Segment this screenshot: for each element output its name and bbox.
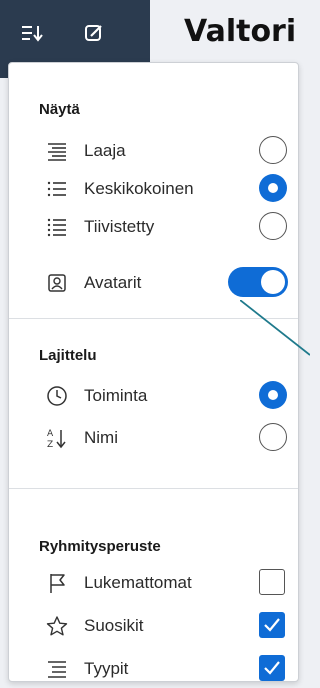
sort-option-label: Toiminta <box>84 386 148 405</box>
list-types-icon <box>44 656 70 681</box>
group-option-label: Suosikit <box>84 616 144 635</box>
radio-keskikokoinen[interactable] <box>259 174 287 202</box>
checkbox-lukemattomat[interactable] <box>259 569 285 595</box>
flag-icon <box>44 570 70 596</box>
compose-button[interactable] <box>76 15 112 51</box>
sort-option-label: Nimi <box>84 428 118 447</box>
avatar-icon <box>44 270 70 296</box>
svg-text:Z: Z <box>47 440 53 449</box>
sort-option-toiminta[interactable]: Toiminta <box>9 377 298 415</box>
list-compact-icon <box>44 214 70 240</box>
checkmark-icon <box>264 661 280 675</box>
section-title-show: Näytä <box>39 101 80 118</box>
view-option-label: Keskikokoinen <box>84 179 194 198</box>
radio-tiivistetty[interactable] <box>259 212 287 240</box>
view-option-laaja[interactable]: Laaja <box>9 132 298 170</box>
radio-laaja[interactable] <box>259 136 287 164</box>
sort-list-button[interactable] <box>14 15 50 51</box>
radio-toiminta[interactable] <box>259 381 287 409</box>
section-title-group: Ryhmitysperuste <box>39 538 161 555</box>
clock-icon <box>44 383 70 409</box>
avatars-toggle-row[interactable]: Avatarit <box>9 264 298 302</box>
sort-list-icon <box>22 26 43 42</box>
list-wide-icon <box>44 138 70 164</box>
checkbox-tyypit[interactable] <box>259 655 285 681</box>
view-option-label: Laaja <box>84 141 126 160</box>
divider <box>9 488 298 489</box>
avatars-toggle[interactable] <box>228 267 288 297</box>
group-option-lukemattomat[interactable]: Lukemattomat <box>9 564 298 602</box>
star-icon <box>44 613 70 639</box>
annotation-pointer-line <box>240 300 310 356</box>
view-option-keskikokoinen[interactable]: Keskikokoinen <box>9 170 298 208</box>
group-option-label: Tyypit <box>84 659 129 678</box>
group-option-tyypit[interactable]: Tyypit <box>9 650 298 681</box>
section-title-sort: Lajittelu <box>39 347 97 364</box>
checkbox-suosikit[interactable] <box>259 612 285 638</box>
radio-nimi[interactable] <box>259 423 287 451</box>
view-option-tiivistetty[interactable]: Tiivistetty <box>9 208 298 246</box>
sort-alpha-icon: A Z <box>44 425 70 451</box>
group-option-label: Lukemattomat <box>84 573 192 592</box>
compose-icon <box>85 25 102 41</box>
sort-option-nimi[interactable]: A Z Nimi <box>9 419 298 457</box>
svg-text:A: A <box>47 429 54 439</box>
list-medium-icon <box>44 176 70 202</box>
page-title: Valtori <box>184 14 297 49</box>
group-option-suosikit[interactable]: Suosikit <box>9 607 298 645</box>
checkmark-icon <box>264 618 280 632</box>
view-option-label: Tiivistetty <box>84 217 155 236</box>
avatars-label: Avatarit <box>84 273 142 292</box>
